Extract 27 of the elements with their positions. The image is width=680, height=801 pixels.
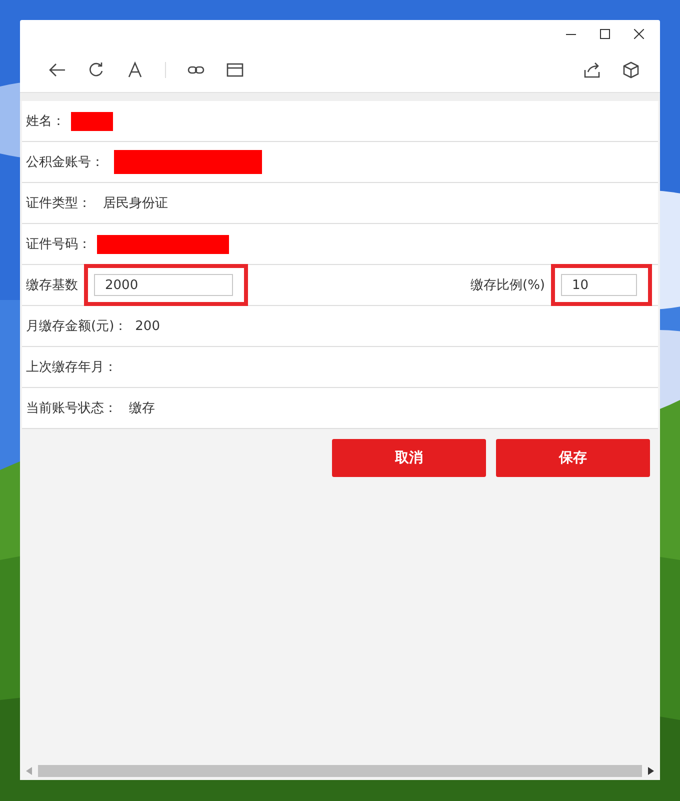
font-icon[interactable]: [126, 61, 144, 79]
field-label: 证件号码：: [26, 236, 91, 253]
field-value: 200: [135, 318, 160, 334]
input-field[interactable]: 2000: [94, 274, 233, 296]
field-label: 当前账号状态：: [26, 400, 117, 417]
field-value: 缴存: [129, 400, 155, 417]
field-label: 公积金账号：: [26, 154, 104, 171]
field-value: 居民身份证: [103, 195, 168, 212]
action-button[interactable]: 保存: [496, 439, 650, 477]
field-label: 月缴存金额(元)：: [26, 318, 128, 335]
cube-icon[interactable]: [622, 61, 640, 79]
field-label: 上次缴存年月：: [26, 359, 117, 376]
scroll-right-icon[interactable]: [648, 767, 654, 775]
field-label: 缴存比例(%): [470, 277, 545, 294]
field-label: 证件类型：: [26, 195, 91, 212]
field-label: 缴存基数: [26, 277, 78, 294]
action-button[interactable]: 取消: [332, 439, 486, 477]
close-icon[interactable]: [634, 29, 644, 39]
maximize-icon[interactable]: [600, 29, 610, 39]
redaction-mark: [71, 112, 113, 130]
refresh-icon[interactable]: [87, 61, 105, 79]
back-icon[interactable]: [48, 61, 66, 79]
field-label: 姓名：: [26, 113, 65, 130]
scrollbar-thumb[interactable]: [38, 765, 642, 777]
input-field[interactable]: 10: [561, 274, 637, 296]
share-icon[interactable]: [583, 61, 601, 79]
window-icon[interactable]: [226, 61, 244, 79]
